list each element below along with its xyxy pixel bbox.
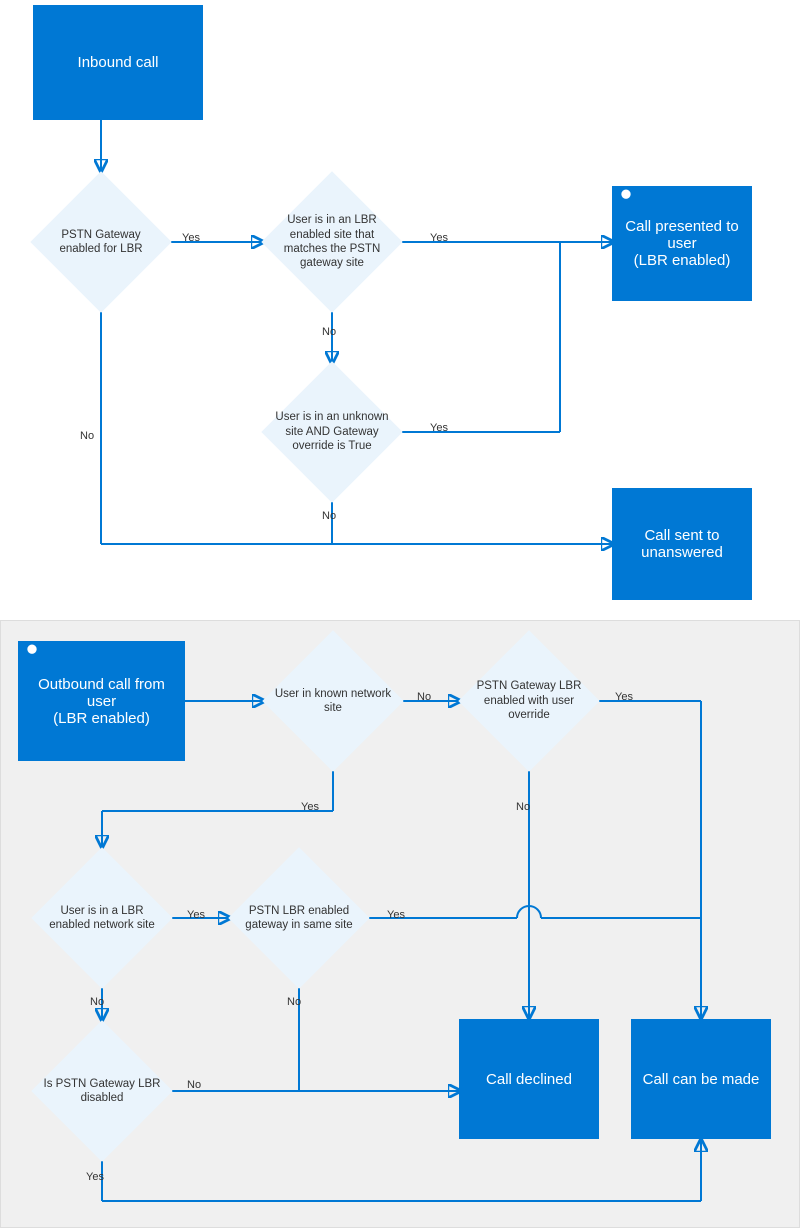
decision-text: User is in an unknown site AND Gateway o… [272, 410, 392, 453]
pstn-gateway-lbr-disabled: Is PSTN Gateway LBR disabled [32, 1021, 172, 1161]
no-label: No [322, 326, 336, 338]
yes-label: Yes [86, 1171, 104, 1183]
call-declined: Call declined [459, 1019, 599, 1139]
no-label: No [90, 996, 104, 1008]
user-in-lbr-site-out: User is in a LBR enabled network site [32, 848, 172, 988]
decision-text: Is PSTN Gateway LBR disabled [42, 1077, 162, 1106]
decision-text: PSTN Gateway LBR enabled with user overr… [469, 679, 589, 722]
no-label: No [516, 801, 530, 813]
outbound-start: Outbound call from user (LBR enabled) [18, 641, 185, 761]
yes-label: Yes [615, 691, 633, 703]
call-can-be-made: Call can be made [631, 1019, 771, 1139]
outbound-call-flow: Outbound call from user (LBR enabled) Us… [0, 620, 800, 1228]
yes-label: Yes [301, 801, 319, 813]
outcome-label: Call can be made [643, 1071, 760, 1088]
decision-text: PSTN LBR enabled gateway in same site [239, 904, 359, 933]
pstn-gateway-user-override: PSTN Gateway LBR enabled with user overr… [459, 631, 599, 771]
decision-text: User in known network site [273, 687, 393, 716]
no-label: No [187, 1079, 201, 1091]
pstn-gateway-lbr: PSTN Gateway enabled for LBR [31, 172, 171, 312]
call-presented: Call presented to user (LBR enabled) [612, 186, 752, 301]
start-label: Outbound call from user (LBR enabled) [26, 676, 177, 727]
inbound-start: Inbound call [33, 5, 203, 120]
decision-text: User is in an LBR enabled site that matc… [272, 213, 392, 271]
user-unknown-override: User is in an unknown site AND Gateway o… [262, 362, 402, 502]
no-label: No [287, 996, 301, 1008]
pstn-lbr-same-site: PSTN LBR enabled gateway in same site [229, 848, 369, 988]
yes-label: Yes [187, 909, 205, 921]
yes-label: Yes [182, 232, 200, 244]
user-icon [612, 186, 640, 214]
yes-label: Yes [430, 232, 448, 244]
inbound-call-flow: Inbound call PSTN Gateway enabled for LB… [0, 0, 800, 620]
start-label: Inbound call [78, 54, 159, 71]
outcome-label: Call declined [486, 1071, 572, 1088]
user-in-lbr-site: User is in an LBR enabled site that matc… [262, 172, 402, 312]
user-known-site: User in known network site [263, 631, 403, 771]
call-unanswered: Call sent to unanswered [612, 488, 752, 600]
outcome-label: Call sent to unanswered [620, 527, 744, 561]
outcome-label: Call presented to user (LBR enabled) [620, 218, 744, 269]
user-icon [18, 641, 46, 669]
no-label: No [322, 510, 336, 522]
yes-label: Yes [387, 909, 405, 921]
no-label: No [417, 691, 431, 703]
yes-label: Yes [430, 422, 448, 434]
decision-text: PSTN Gateway enabled for LBR [41, 228, 161, 257]
no-label: No [80, 430, 94, 442]
decision-text: User is in a LBR enabled network site [42, 904, 162, 933]
